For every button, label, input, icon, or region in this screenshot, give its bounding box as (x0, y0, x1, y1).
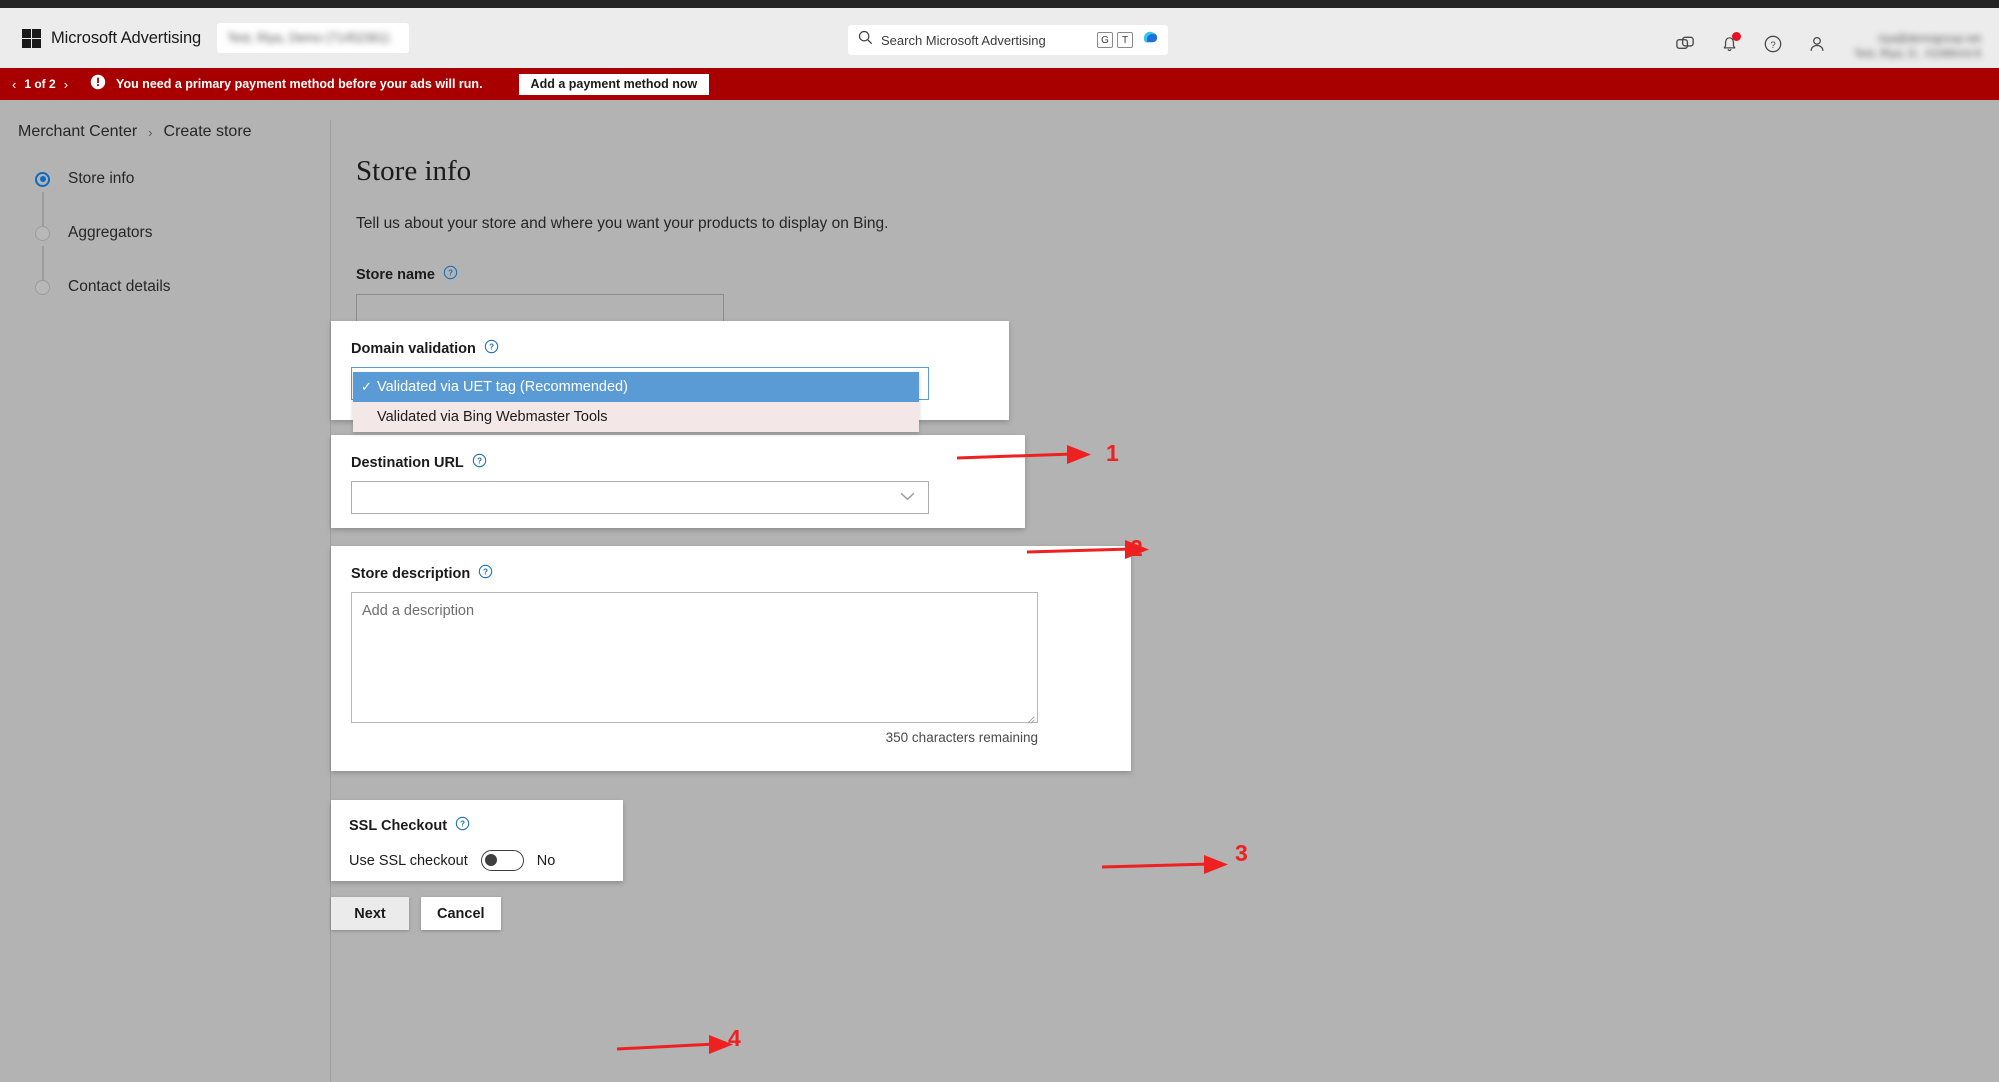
user-name: Test, Riya, D.. #1086nnt-8 (1853, 47, 1981, 60)
svg-text:?: ? (460, 820, 465, 829)
destination-url-select[interactable] (351, 481, 929, 514)
user-info[interactable]: riya@demogroup.net Test, Riya, D.. #1086… (1854, 33, 1981, 60)
ssl-checkout-label: SSL Checkout (349, 817, 448, 834)
global-header: Microsoft Advertising Test, Riya, Demo (… (0, 8, 1999, 68)
bell-icon[interactable] (1719, 32, 1741, 59)
domain-validation-option-webmaster[interactable]: Validated via Bing Webmaster Tools (353, 402, 919, 432)
help-icon[interactable]: ? (484, 339, 499, 358)
copilot-icon[interactable] (1141, 28, 1160, 52)
svg-text:?: ? (477, 457, 482, 466)
breadcrumb-merchant-center[interactable]: Merchant Center (18, 123, 137, 141)
notification-badge (1731, 32, 1741, 41)
alert-pager: ‹ 1 of 2 › (12, 77, 68, 91)
header-actions: ? riya@demogroup.net Test, Riya, D.. #10… (1674, 16, 1985, 76)
annotation-number-2: 2 (1130, 535, 1143, 561)
sidebar-item-contact-details[interactable]: Contact details (0, 260, 330, 314)
resize-handle-icon[interactable] (1026, 711, 1035, 724)
checkmark-icon: ✓ (361, 379, 372, 394)
store-description-label-row: Store description ? (351, 564, 1111, 583)
page-body: Merchant Center › Create store Store inf… (0, 100, 1999, 1082)
annotation-number-1: 1 (1106, 440, 1119, 466)
breadcrumb: Merchant Center › Create store (18, 123, 252, 141)
toggle-knob (484, 854, 497, 866)
help-icon[interactable]: ? (472, 453, 487, 472)
form-actions: Next Cancel (331, 897, 501, 930)
page-title: Store info (356, 155, 472, 187)
svg-text:?: ? (1770, 39, 1775, 50)
account-selector-label: Test, Riya, Demo (71452361) (227, 31, 390, 45)
domain-validation-label-row: Domain validation ? (351, 339, 989, 358)
domain-validation-select[interactable]: ✓ Validated via UET tag (Recommended) Va… (351, 367, 929, 432)
domain-validation-dropdown-list: ✓ Validated via UET tag (Recommended) Va… (353, 372, 919, 432)
sidebar-item-label: Aggregators (68, 224, 153, 241)
domain-validation-option-label: Validated via Bing Webmaster Tools (377, 409, 608, 425)
warning-icon (90, 74, 106, 95)
store-name-field-group: Store name ? (356, 265, 724, 327)
store-description-textarea[interactable]: Add a description (351, 592, 1038, 724)
help-icon[interactable]: ? (443, 265, 458, 284)
domain-validation-option-uet[interactable]: ✓ Validated via UET tag (Recommended) (353, 372, 919, 402)
help-circle-icon[interactable]: ? (1762, 33, 1784, 60)
breadcrumb-create-store: Create store (163, 123, 252, 140)
window-top-strip (0, 0, 1999, 8)
page-subtitle: Tell us about your store and where you w… (356, 215, 889, 232)
domain-validation-card: Domain validation ? ✓ Validated via UET … (331, 321, 1009, 432)
person-icon[interactable] (1806, 33, 1828, 60)
sidebar-item-store-info[interactable]: Store info (0, 152, 330, 232)
help-icon[interactable]: ? (455, 816, 470, 835)
character-counter: 350 characters remaining (885, 730, 1038, 745)
sidebar-item-label: Store info (68, 170, 135, 187)
destination-url-label-row: Destination URL ? (351, 453, 1005, 472)
alert-next-button[interactable]: › (64, 78, 68, 91)
step-radio-icon-aggregators (35, 225, 50, 241)
ssl-toggle-label: Use SSL checkout (349, 852, 468, 869)
annotation-number-4: 4 (728, 1025, 741, 1051)
shortcut-badge-t[interactable]: T (1117, 32, 1133, 48)
ssl-toggle-row: Use SSL checkout No (349, 850, 605, 871)
shortcut-badge-g[interactable]: G (1097, 32, 1113, 48)
main-content-panel: Store info Tell us about your store and … (330, 120, 1999, 1082)
tools-icon[interactable] (1674, 32, 1697, 60)
svg-text:?: ? (448, 269, 453, 278)
destination-url-card: Destination URL ? (331, 435, 1025, 528)
sidebar-item-aggregators[interactable]: Aggregators (0, 206, 330, 286)
search-bar[interactable]: Search Microsoft Advertising G T (848, 25, 1168, 55)
alert-prev-button[interactable]: ‹ (12, 78, 16, 91)
help-icon[interactable]: ? (478, 564, 493, 583)
chevron-down-icon (899, 489, 916, 507)
account-selector[interactable]: Test, Riya, Demo (71452361) (217, 23, 410, 53)
wizard-stepper: Store info Aggregators Contact details (0, 152, 330, 1082)
breadcrumb-separator-icon: › (148, 124, 153, 140)
brand-name: Microsoft Advertising (51, 28, 202, 47)
cancel-button[interactable]: Cancel (421, 897, 501, 930)
step-radio-icon-contact-details (35, 279, 50, 295)
annotation-number-3: 3 (1235, 840, 1248, 866)
alert-message: You need a primary payment method before… (116, 77, 483, 91)
brand-logo-group[interactable]: Microsoft Advertising (22, 28, 202, 48)
payment-alert-bar: ‹ 1 of 2 › You need a primary payment me… (0, 68, 1999, 100)
svg-text:?: ? (483, 568, 488, 577)
next-button[interactable]: Next (331, 897, 409, 930)
user-email: riya@demogroup.net (1878, 32, 1981, 45)
ssl-checkout-card: SSL Checkout ? Use SSL checkout No (331, 800, 623, 881)
destination-url-label: Destination URL (351, 454, 464, 471)
store-description-placeholder: Add a description (362, 603, 475, 619)
microsoft-logo-icon (22, 28, 41, 48)
svg-text:?: ? (489, 343, 494, 352)
ssl-toggle-state: No (536, 852, 556, 869)
step-radio-icon-store-info (35, 171, 50, 187)
store-name-label: Store name (356, 266, 435, 283)
store-name-label-row: Store name ? (356, 265, 724, 284)
domain-validation-option-label: Validated via UET tag (Recommended) (377, 379, 628, 395)
domain-validation-label: Domain validation (351, 340, 476, 357)
search-icon (858, 30, 873, 50)
add-payment-method-button[interactable]: Add a payment method now (518, 73, 710, 95)
store-description-card: Store description ? Add a description 35… (331, 546, 1131, 771)
store-description-label: Store description (351, 565, 471, 582)
sidebar-item-label: Contact details (68, 278, 171, 295)
alert-pager-count: 1 of 2 (24, 77, 56, 91)
ssl-checkout-label-row: SSL Checkout ? (349, 816, 605, 835)
ssl-checkout-toggle[interactable] (480, 850, 524, 871)
search-input[interactable]: Search Microsoft Advertising (881, 33, 1093, 48)
